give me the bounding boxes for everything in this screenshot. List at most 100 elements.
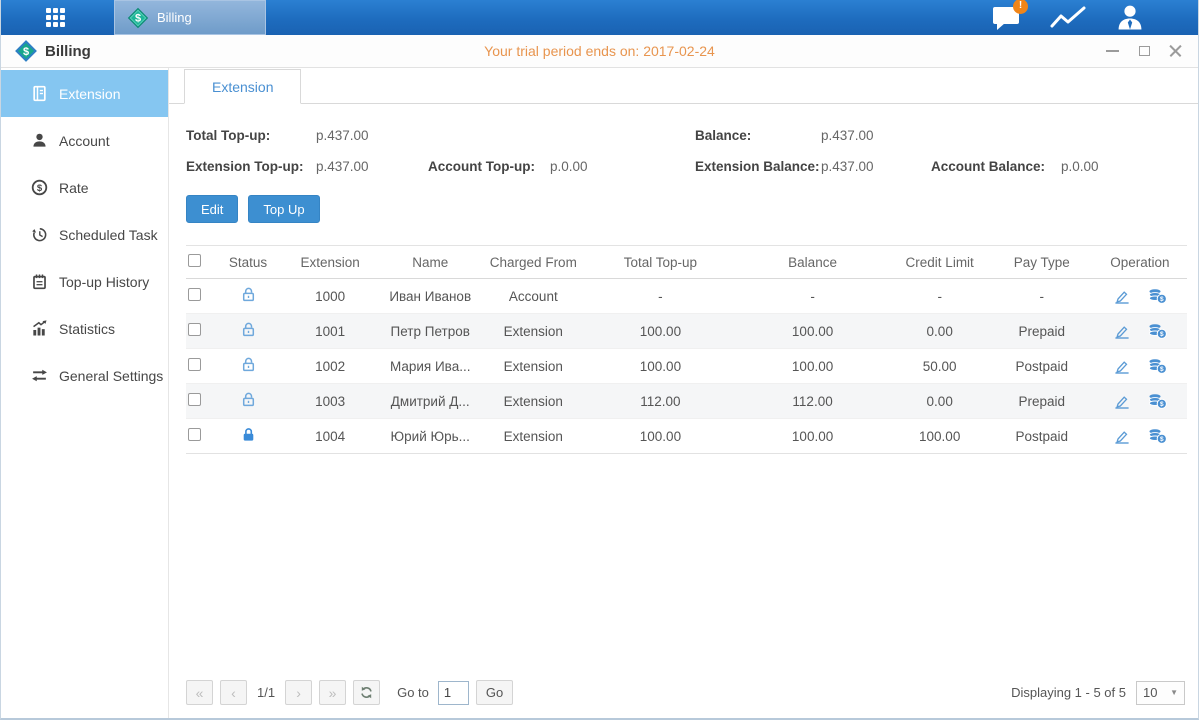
maximize-button[interactable] <box>1136 43 1152 59</box>
col-extension: Extension <box>282 246 378 279</box>
svg-text:$: $ <box>1160 401 1164 408</box>
cell-balance: 100.00 <box>737 349 889 384</box>
user-icon <box>1115 3 1145 32</box>
window-title-bar: $ Billing Your trial period ends on: 201… <box>1 35 1198 68</box>
goto-page-input[interactable] <box>438 681 469 705</box>
row-checkbox[interactable] <box>188 393 201 406</box>
taskbar-tab-billing[interactable]: $ Billing <box>114 0 266 35</box>
cell-credit-limit: 0.00 <box>889 384 991 419</box>
edit-button[interactable]: Edit <box>186 195 238 223</box>
reports-button[interactable] <box>1048 3 1088 33</box>
topup-row-icon[interactable]: $ <box>1148 428 1167 444</box>
row-checkbox[interactable] <box>188 323 201 336</box>
next-page-button[interactable]: › <box>285 680 312 705</box>
cell-name: Дмитрий Д... <box>378 384 482 419</box>
cell-balance: 100.00 <box>737 314 889 349</box>
edit-row-icon[interactable] <box>1113 324 1131 339</box>
sidebar: Extension Account $ Rate Scheduled Task <box>1 68 169 718</box>
svg-text:$: $ <box>23 46 29 58</box>
cell-pay-type: - <box>991 279 1093 314</box>
cell-balance: 112.00 <box>737 384 889 419</box>
cell-charged-from: Extension <box>482 349 584 384</box>
sidebar-item-scheduled-task[interactable]: Scheduled Task <box>1 211 168 258</box>
taskbar-tab-label: Billing <box>157 10 192 25</box>
lock-open-icon[interactable] <box>241 391 256 408</box>
person-icon <box>31 132 48 149</box>
topup-row-icon[interactable]: $ <box>1148 323 1167 339</box>
refresh-button[interactable] <box>353 680 380 705</box>
svg-text:$: $ <box>1160 331 1164 338</box>
sidebar-item-label: Statistics <box>59 321 115 337</box>
cell-extension: 1002 <box>282 349 378 384</box>
extension-topup-label: Extension Top-up: <box>186 159 316 174</box>
col-charged-from: Charged From <box>482 246 584 279</box>
lock-open-icon[interactable] <box>241 321 256 338</box>
app-grid-menu-button[interactable] <box>27 0 83 35</box>
sidebar-item-statistics[interactable]: Statistics <box>1 305 168 352</box>
page-indicator: 1/1 <box>257 685 275 700</box>
sidebar-item-label: Scheduled Task <box>59 227 158 243</box>
cell-extension: 1000 <box>282 279 378 314</box>
account-topup-label: Account Top-up: <box>428 159 550 174</box>
account-balance-value: p.0.00 <box>1061 159 1099 174</box>
sidebar-item-account[interactable]: Account <box>1 117 168 164</box>
sidebar-item-topup-history[interactable]: Top-up History <box>1 258 168 305</box>
cell-balance: - <box>737 279 889 314</box>
cell-charged-from: Extension <box>482 419 584 454</box>
lock-closed-icon[interactable] <box>241 426 256 443</box>
summary-row-2: Extension Top-up: p.437.00 Account Top-u… <box>186 151 1185 182</box>
cell-credit-limit: 50.00 <box>889 349 991 384</box>
tab-extension[interactable]: Extension <box>184 69 301 104</box>
last-page-icon: » <box>329 685 337 701</box>
edit-row-icon[interactable] <box>1113 394 1131 409</box>
summary-row-1: Total Top-up: p.437.00 Balance: p.437.00 <box>186 120 1185 151</box>
sidebar-item-extension[interactable]: Extension <box>1 70 168 117</box>
extension-content: Total Top-up: p.437.00 Balance: p.437.00… <box>169 104 1198 718</box>
cell-name: Иван Иванов <box>378 279 482 314</box>
cell-total-topup: 100.00 <box>584 349 736 384</box>
row-checkbox[interactable] <box>188 358 201 371</box>
cell-pay-type: Prepaid <box>991 384 1093 419</box>
topup-row-icon[interactable]: $ <box>1148 393 1167 409</box>
chevron-down-icon: ▼ <box>1170 688 1178 697</box>
user-account-button[interactable] <box>1110 3 1150 33</box>
topup-row-icon[interactable]: $ <box>1148 358 1167 374</box>
top-app-bar: $ Billing ! <box>1 0 1198 35</box>
cell-name: Юрий Юрь... <box>378 419 482 454</box>
first-page-button[interactable]: « <box>186 680 213 705</box>
trial-period-message: Your trial period ends on: 2017-02-24 <box>1 43 1198 59</box>
sidebar-item-general-settings[interactable]: General Settings <box>1 352 168 399</box>
last-page-button[interactable]: » <box>319 680 346 705</box>
line-chart-icon <box>1049 5 1087 31</box>
top-up-button[interactable]: Top Up <box>248 195 319 223</box>
refresh-icon <box>360 686 373 699</box>
tab-strip: Extension <box>169 68 1198 104</box>
close-button[interactable] <box>1168 43 1184 59</box>
account-balance-label: Account Balance: <box>931 159 1061 174</box>
balance-value: p.437.00 <box>821 128 874 143</box>
extension-balance-label: Extension Balance: <box>695 159 821 174</box>
svg-text:$: $ <box>1160 366 1164 373</box>
cell-pay-type: Prepaid <box>991 314 1093 349</box>
topup-row-icon[interactable]: $ <box>1148 288 1167 304</box>
table-header-row: Status Extension Name Charged From Total… <box>186 246 1187 279</box>
notifications-button[interactable]: ! <box>986 3 1026 33</box>
col-name: Name <box>378 246 482 279</box>
edit-row-icon[interactable] <box>1113 429 1131 444</box>
dollar-circle-icon: $ <box>31 179 48 196</box>
prev-page-button[interactable]: ‹ <box>220 680 247 705</box>
lock-open-icon[interactable] <box>241 286 256 303</box>
row-checkbox[interactable] <box>188 288 201 301</box>
edit-row-icon[interactable] <box>1113 359 1131 374</box>
lock-open-icon[interactable] <box>241 356 256 373</box>
notification-badge: ! <box>1013 0 1028 14</box>
sidebar-item-rate[interactable]: $ Rate <box>1 164 168 211</box>
go-button[interactable]: Go <box>476 680 513 705</box>
select-all-checkbox[interactable] <box>188 254 201 267</box>
cell-extension: 1001 <box>282 314 378 349</box>
page-size-select[interactable]: 10 ▼ <box>1136 681 1185 705</box>
minimize-button[interactable] <box>1104 43 1120 59</box>
edit-row-icon[interactable] <box>1113 289 1131 304</box>
row-checkbox[interactable] <box>188 428 201 441</box>
table-row: 1003 Дмитрий Д... Extension 112.00 112.0… <box>186 384 1187 419</box>
